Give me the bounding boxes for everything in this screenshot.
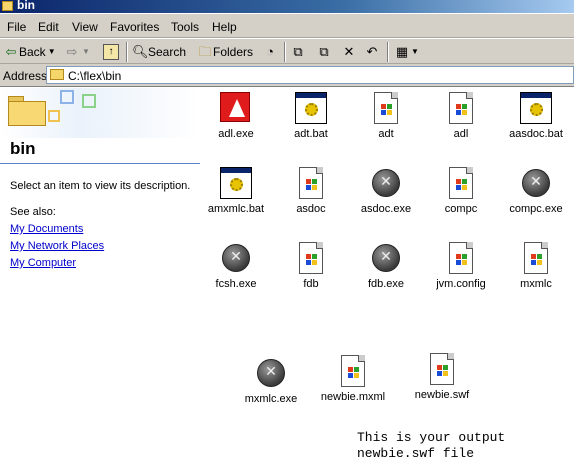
divider	[0, 163, 200, 164]
up-folder-icon: ↑	[103, 44, 119, 60]
windows-document-icon	[449, 92, 473, 124]
folders-label: Folders	[213, 45, 254, 59]
folders-icon: 🗀	[198, 44, 212, 59]
menu-edit[interactable]: Edit	[38, 20, 59, 34]
window-title: bin	[17, 0, 35, 12]
file-name-label: compc	[444, 203, 478, 215]
toolbar: ⇦ Back ▼ ⇨ ▼ ↑ 🔍︎ Search 🗀 Folders ◔ ⧉ ⧉…	[0, 38, 574, 64]
undo-button[interactable]: ↶	[364, 43, 380, 61]
address-input[interactable]: C:\flex\bin	[46, 66, 574, 84]
search-icon: 🔍︎	[132, 44, 149, 59]
folders-button[interactable]: 🗀 Folders	[197, 43, 253, 61]
title-bar[interactable]: bin	[0, 0, 574, 13]
file-name-label: mxmlc	[520, 278, 552, 290]
copy-to-icon: ⧉	[319, 44, 329, 59]
file-name-label: adl	[453, 128, 469, 140]
folder-icon	[50, 69, 64, 80]
chevron-down-icon[interactable]: ▼	[410, 44, 420, 60]
windows-document-icon	[374, 92, 398, 124]
windows-document-icon	[341, 355, 365, 387]
see-also-label: See also:	[10, 206, 56, 218]
link-my-documents[interactable]: My Documents	[10, 223, 83, 235]
windows-document-icon	[430, 353, 454, 385]
menu-file[interactable]: File	[7, 20, 26, 34]
chevron-down-icon[interactable]: ▼	[46, 44, 58, 60]
up-folder-button[interactable]: ↑	[103, 43, 119, 61]
menu-bar: File Edit View Favorites Tools Help	[0, 14, 574, 38]
file-name-label: jvm.config	[436, 278, 486, 290]
address-bar: Address C:\flex\bin	[0, 64, 574, 87]
address-value: C:\flex\bin	[68, 69, 122, 83]
batch-file-icon	[520, 92, 552, 124]
executable-icon	[257, 359, 285, 387]
file-name-label: newbie.swf	[414, 389, 470, 401]
windows-document-icon	[299, 242, 323, 274]
delete-button[interactable]: ✕	[341, 43, 357, 61]
search-label: Search	[148, 45, 187, 59]
description-text: Select an item to view its description.	[10, 180, 191, 192]
move-to-icon: ⧉	[293, 44, 303, 59]
views-grid-icon: ▦	[395, 44, 409, 59]
menu-help[interactable]: Help	[212, 20, 237, 34]
adobe-app-icon	[220, 92, 250, 122]
search-button[interactable]: 🔍︎ Search	[132, 43, 186, 61]
back-arrow-icon: ⇦	[5, 44, 17, 59]
executable-icon	[522, 169, 550, 197]
file-name-label: adt.bat	[294, 128, 328, 140]
file-name-label: mxmlc.exe	[244, 393, 298, 405]
file-name-label: aasdoc.bat	[509, 128, 563, 140]
undo-icon: ↶	[366, 44, 378, 59]
back-button[interactable]: ⇦ Back ▼	[3, 43, 58, 61]
copy-to-button[interactable]: ⧉	[316, 43, 332, 61]
annotation-text: This is your output newbie.swf file	[357, 430, 506, 461]
address-label: Address	[3, 69, 48, 83]
link-my-computer[interactable]: My Computer	[10, 257, 76, 269]
file-name-label: asdoc	[296, 203, 326, 215]
menu-favorites[interactable]: Favorites	[110, 20, 159, 34]
back-label: Back	[19, 45, 46, 59]
executable-icon	[372, 169, 400, 197]
link-my-network-places[interactable]: My Network Places	[10, 240, 104, 252]
folder-banner	[0, 88, 200, 138]
menu-tools[interactable]: Tools	[171, 20, 199, 34]
large-folder-icon	[8, 96, 46, 126]
forward-button[interactable]: ⇨ ▼	[64, 43, 92, 61]
windows-document-icon	[524, 242, 548, 274]
file-name-label: newbie.mxml	[320, 391, 386, 403]
delete-icon: ✕	[343, 44, 355, 59]
file-name-label: compc.exe	[509, 203, 563, 215]
pane-title: bin	[10, 139, 36, 158]
file-name-label: asdoc.exe	[360, 203, 412, 215]
batch-file-icon	[295, 92, 327, 124]
executable-icon	[372, 244, 400, 272]
task-pane: bin Select an item to view its descripti…	[0, 88, 200, 468]
forward-arrow-icon: ⇨	[66, 44, 78, 59]
menu-view[interactable]: View	[72, 20, 98, 34]
executable-icon	[222, 244, 250, 272]
file-name-label: fdb.exe	[367, 278, 405, 290]
batch-file-icon	[220, 167, 252, 199]
history-button[interactable]: ◔	[262, 43, 278, 61]
history-icon: ◔	[266, 44, 274, 59]
file-name-label: amxmlc.bat	[207, 203, 265, 215]
folder-icon	[2, 1, 13, 11]
file-name-label: fdb	[303, 278, 319, 290]
move-to-button[interactable]: ⧉	[290, 43, 306, 61]
chevron-down-icon[interactable]: ▼	[80, 44, 92, 60]
file-name-label: adt	[378, 128, 394, 140]
views-button[interactable]: ▦ ▼	[394, 43, 420, 61]
windows-document-icon	[299, 167, 323, 199]
file-name-label: fcsh.exe	[215, 278, 257, 290]
file-name-label: adl.exe	[218, 128, 254, 140]
windows-document-icon	[449, 242, 473, 274]
windows-document-icon	[449, 167, 473, 199]
